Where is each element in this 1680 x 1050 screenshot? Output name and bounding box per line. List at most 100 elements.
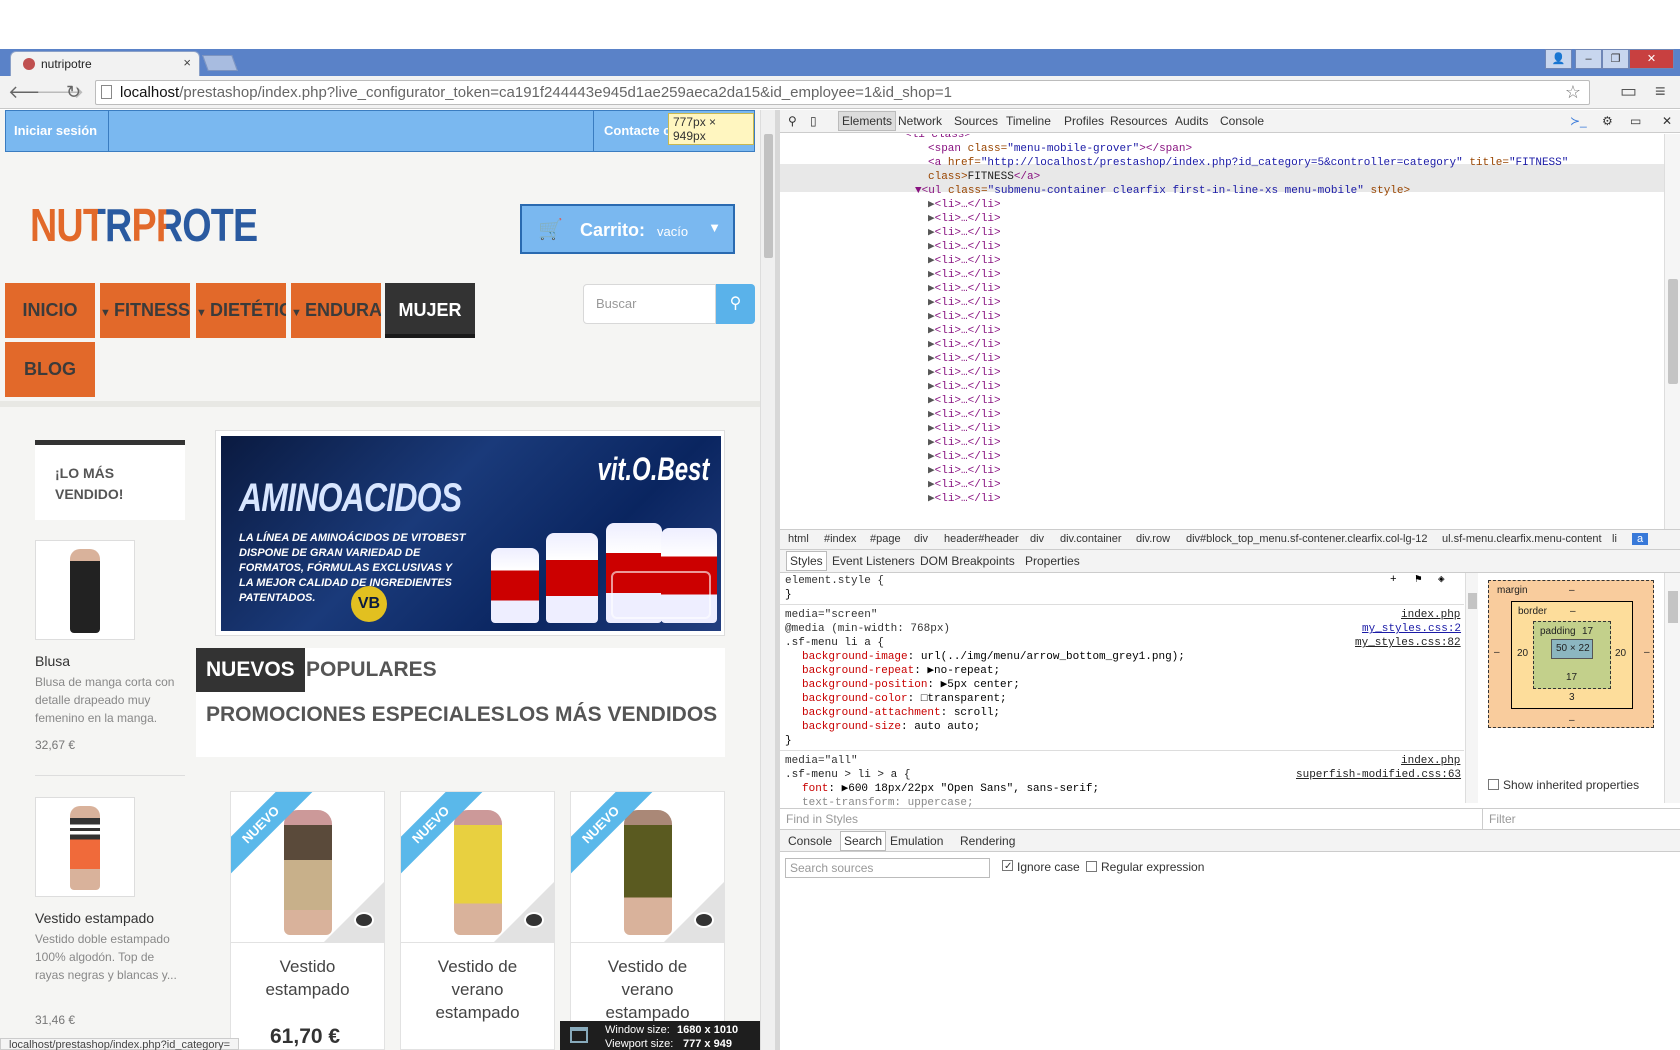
css-property[interactable]: font: ▶600 18px/22px "Open Sans", sans-s…	[802, 782, 1099, 796]
expand-triangle-icon[interactable]: ▶	[928, 297, 935, 309]
dom-line[interactable]: <span class="menu-mobile-grover"></span>	[928, 142, 1192, 156]
tab-mas-vendidos[interactable]: LOS MÁS VENDIDOS	[496, 693, 727, 737]
tab-properties[interactable]: Properties	[1025, 554, 1080, 568]
dom-li-node[interactable]: ▶<li>…</li>	[928, 226, 1001, 240]
source-link[interactable]: index.php	[1401, 754, 1460, 768]
dom-li-node[interactable]: ▶<li>…</li>	[928, 408, 1001, 422]
close-tab-icon[interactable]: ×	[183, 55, 191, 70]
new-rule-icon[interactable]: +	[1390, 573, 1397, 587]
dom-line[interactable]: ▼<ul class="submenu-container clearfix f…	[915, 184, 1410, 198]
dom-line[interactable]: <li class>	[905, 134, 971, 142]
dom-li-node[interactable]: ▶<li>…</li>	[928, 240, 1001, 254]
product-name[interactable]: Vestido estampado	[231, 955, 384, 1001]
crumb[interactable]: div#block_top_menu.sf-contener.clearfix.…	[1186, 533, 1428, 545]
find-in-styles-input[interactable]: Find in Styles	[780, 808, 1482, 829]
tab-elements[interactable]: Elements	[838, 111, 897, 131]
expand-triangle-icon[interactable]: ▶	[928, 493, 935, 505]
css-property[interactable]: background-attachment: scroll;	[802, 706, 1000, 720]
tab-sources[interactable]: Sources	[954, 114, 998, 128]
reload-icon[interactable]: ↻	[66, 82, 81, 103]
expand-triangle-icon[interactable]: ▶	[928, 255, 935, 267]
promo-banner[interactable]: AMINOACIDOS LA LÍNEA DE AMINOÁCIDOS DE V…	[215, 430, 725, 636]
scroll-thumb[interactable]	[764, 134, 773, 258]
tab-console[interactable]: Console	[1220, 114, 1264, 128]
menu-item-fitness[interactable]: ▼ FITNESS	[100, 283, 190, 338]
expand-triangle-icon[interactable]: ▶	[928, 213, 935, 225]
tab-audits[interactable]: Audits	[1175, 114, 1208, 128]
quick-view-icon[interactable]	[524, 912, 544, 928]
product-name[interactable]: Vestido de verano estampado	[401, 955, 554, 1024]
site-logo[interactable]: NUTRPROTE	[30, 198, 258, 252]
scroll-thumb[interactable]	[1668, 279, 1678, 384]
source-link[interactable]: superfish-modified.css:63	[1296, 768, 1461, 782]
product-name[interactable]: Vestido de verano estampado	[571, 955, 724, 1024]
expand-triangle-icon[interactable]: ▶	[928, 437, 935, 449]
pin-icon[interactable]: ⚑	[1415, 573, 1422, 587]
regex-option[interactable]: Regular expression	[1086, 860, 1204, 874]
source-link[interactable]: index.php	[1401, 608, 1460, 622]
source-link[interactable]: my_styles.css:82	[1355, 636, 1461, 650]
chrome-menu-icon[interactable]: ≡	[1655, 81, 1666, 102]
dom-li-node[interactable]: ▶<li>…</li>	[928, 366, 1001, 380]
dom-li-node[interactable]: ▶<li>…</li>	[928, 324, 1001, 338]
scroll-thumb[interactable]	[1468, 593, 1477, 609]
dom-li-node[interactable]: ▶<li>…</li>	[928, 198, 1001, 212]
dom-li-node[interactable]: ▶<li>…</li>	[928, 478, 1001, 492]
expand-triangle-icon[interactable]: ▶	[928, 479, 935, 491]
browser-tab[interactable]: nutripotre ×	[10, 51, 200, 76]
slider-controls[interactable]	[611, 571, 711, 619]
expand-triangle-icon[interactable]: ▶	[928, 367, 935, 379]
new-tab-button[interactable]	[202, 55, 238, 71]
crumb[interactable]: div	[914, 533, 928, 545]
dom-li-node[interactable]: ▶<li>…</li>	[928, 296, 1001, 310]
expand-triangle-icon[interactable]: ▶	[928, 269, 935, 281]
menu-item-inicio[interactable]: INICIO	[5, 283, 95, 338]
device-mode-icon[interactable]: ▯	[810, 114, 817, 128]
menu-item-dietetica[interactable]: ▼ DIETÉTICA	[196, 283, 286, 338]
show-inherited-checkbox[interactable]: Show inherited properties	[1488, 778, 1639, 792]
tab-drawer-console[interactable]: Console	[788, 834, 832, 848]
css-selector[interactable]: .sf-menu > li > a {	[785, 768, 910, 782]
tab-resources[interactable]: Resources	[1110, 114, 1167, 128]
crumb[interactable]: div.container	[1060, 533, 1122, 545]
checkbox-icon[interactable]	[1002, 860, 1013, 871]
expand-triangle-icon[interactable]: ▶	[928, 339, 935, 351]
crumb[interactable]: header#header	[944, 533, 1019, 545]
expand-triangle-icon[interactable]: ▶	[928, 395, 935, 407]
side-product-name[interactable]: Blusa	[35, 653, 70, 669]
toggle-state-icon[interactable]: ◈	[1438, 573, 1445, 587]
crumb[interactable]: li	[1612, 533, 1617, 545]
settings-gear-icon[interactable]: ⚙	[1602, 114, 1613, 128]
expand-triangle-icon[interactable]: ▶	[928, 423, 935, 435]
checkbox-icon[interactable]	[1488, 779, 1499, 790]
dom-li-node[interactable]: ▶<li>…</li>	[928, 492, 1001, 506]
expand-triangle-icon[interactable]: ▶	[928, 325, 935, 337]
css-selector[interactable]: .sf-menu li a {	[785, 636, 884, 650]
dom-li-node[interactable]: ▶<li>…</li>	[928, 394, 1001, 408]
minimize-icon[interactable]: –	[1575, 49, 1602, 69]
expand-triangle-icon[interactable]: ▶	[928, 353, 935, 365]
search-input[interactable]: Buscar	[583, 284, 716, 324]
styles-scrollbar[interactable]	[1465, 573, 1478, 803]
tab-profiles[interactable]: Profiles	[1064, 114, 1104, 128]
quick-view-icon[interactable]	[694, 912, 714, 928]
address-bar[interactable]: localhost/prestashop/index.php?live_conf…	[95, 80, 1590, 105]
search-sources-input[interactable]: Search sources	[785, 858, 990, 878]
css-rule[interactable]: element.style {	[785, 574, 884, 588]
crumb[interactable]: div	[1030, 533, 1044, 545]
dom-li-node[interactable]: ▶<li>…</li>	[928, 380, 1001, 394]
dom-li-node[interactable]: ▶<li>…</li>	[928, 422, 1001, 436]
close-window-icon[interactable]: ✕	[1629, 49, 1674, 69]
product-card[interactable]: NUEVO	[570, 791, 725, 943]
dom-li-node[interactable]: ▶<li>…</li>	[928, 436, 1001, 450]
crumb[interactable]: div.row	[1136, 533, 1170, 545]
tab-drawer-rendering[interactable]: Rendering	[960, 834, 1015, 848]
dom-li-node[interactable]: ▶<li>…</li>	[928, 464, 1001, 478]
filter-input[interactable]: Filter	[1482, 808, 1680, 829]
css-property[interactable]: background-color: □transparent;	[802, 692, 1007, 706]
inspect-icon[interactable]: ⚲	[788, 114, 797, 128]
page-scrollbar[interactable]	[760, 110, 775, 1050]
product-thumb-blusa[interactable]	[35, 540, 135, 640]
dom-li-node[interactable]: ▶<li>…</li>	[928, 212, 1001, 226]
expand-triangle-icon[interactable]: ▶	[928, 465, 935, 477]
